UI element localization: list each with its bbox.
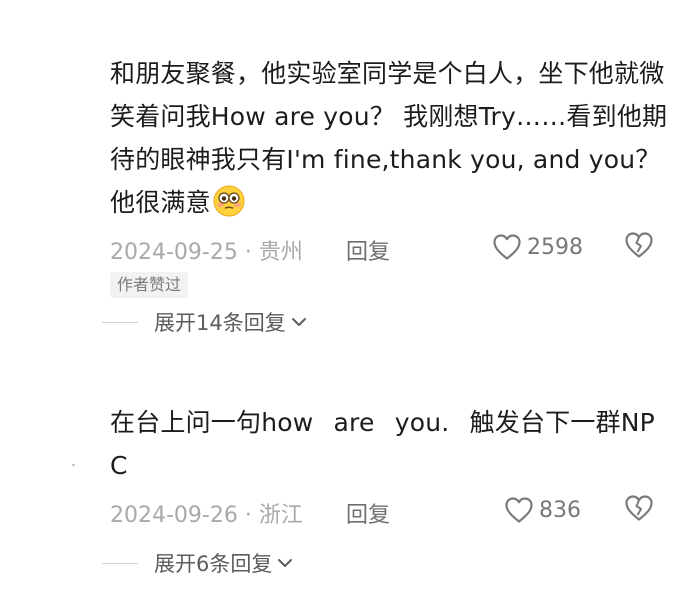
like-button[interactable]: 836 — [504, 493, 581, 527]
date-location: 2024-09-25 · 贵州 — [110, 240, 303, 265]
expand-replies-button[interactable]: 展开14条回复 — [102, 307, 307, 337]
divider-line — [102, 321, 138, 323]
dislike-broken-heart-icon[interactable] — [624, 494, 654, 522]
comment-text: 和朋友聚餐，他实验室同学是个白人，坐下他就微笑着问我How are you？ 我… — [110, 52, 670, 224]
comment: 在台上问一句how are you. 触发台下一群NPC 2024-09-26 … — [110, 401, 670, 529]
chevron-down-icon — [291, 316, 307, 328]
like-count: 2598 — [527, 234, 583, 260]
flushed-face-emoji-icon — [213, 185, 245, 217]
like-button[interactable]: 2598 — [492, 230, 583, 264]
expand-replies-label: 展开14条回复 — [154, 311, 286, 335]
like-count: 836 — [539, 497, 581, 523]
heart-icon — [492, 233, 522, 261]
chevron-down-icon — [277, 557, 293, 569]
comment: 和朋友聚餐，他实验室同学是个白人，坐下他就微笑着问我How are you？ 我… — [110, 52, 670, 266]
comment-meta: 2024-09-26 · 浙江 回复 836 — [110, 493, 670, 529]
separator-dot — [72, 464, 75, 466]
date-location: 2024-09-26 · 浙江 — [110, 503, 303, 528]
comment-meta: 2024-09-25 · 贵州 回复 2598 — [110, 230, 670, 266]
heart-icon — [504, 496, 534, 524]
comment-text: 在台上问一句how are you. 触发台下一群NPC — [110, 408, 655, 480]
reply-button[interactable]: 回复 — [346, 234, 390, 266]
expand-replies-label: 展开6条回复 — [154, 552, 273, 576]
divider-line — [102, 562, 138, 564]
author-liked-badge: 作者赞过 — [110, 272, 189, 298]
dislike-broken-heart-icon[interactable] — [624, 231, 654, 259]
reply-button[interactable]: 回复 — [346, 497, 390, 529]
comment-body: 和朋友聚餐，他实验室同学是个白人，坐下他就微笑着问我How are you？ 我… — [110, 59, 668, 217]
expand-replies-button[interactable]: 展开6条回复 — [102, 548, 293, 578]
